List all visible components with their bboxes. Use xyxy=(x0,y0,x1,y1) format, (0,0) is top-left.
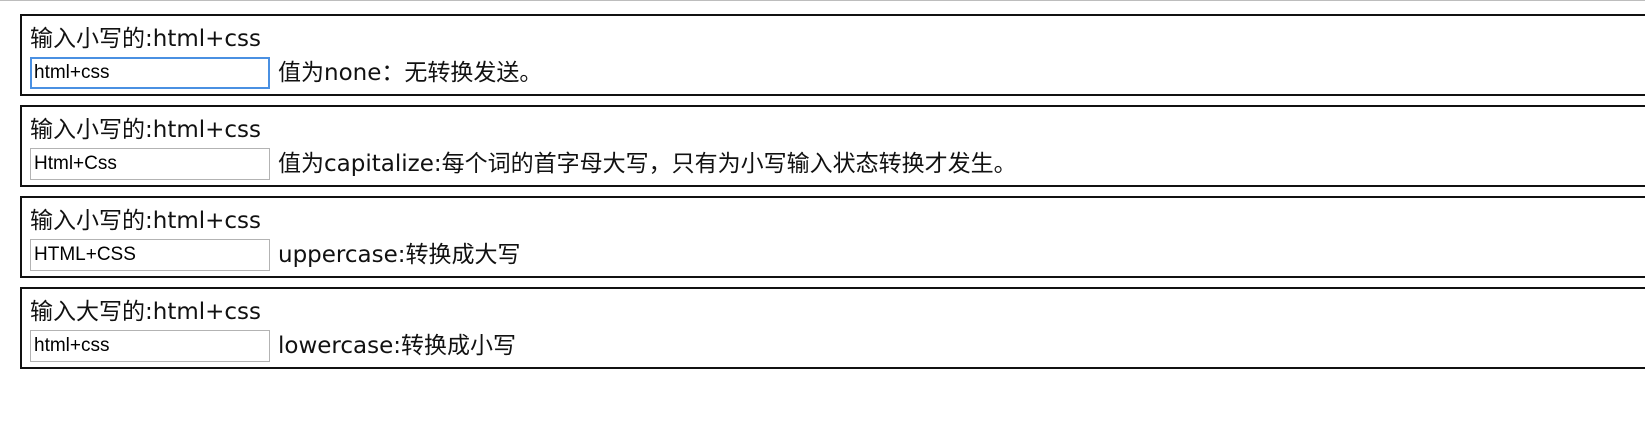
demo-row: uppercase:转换成大写 xyxy=(30,238,1645,272)
demo-label: 输入小写的:html+css xyxy=(30,208,262,234)
demo-list: 输入小写的:html+css 值为none：无转换发送。 输入小写的:html+… xyxy=(20,14,1645,378)
demo-label: 输入小写的:html+css xyxy=(30,26,262,52)
top-divider xyxy=(0,0,1645,1)
demo-label: 输入大写的:html+css xyxy=(30,299,262,325)
demo-row: 值为none：无转换发送。 xyxy=(30,56,1645,90)
demo-box-capitalize: 输入小写的:html+css 值为capitalize:每个词的首字母大写，只有… xyxy=(20,105,1645,187)
demo-box-none: 输入小写的:html+css 值为none：无转换发送。 xyxy=(20,14,1645,96)
demo-box-uppercase: 输入小写的:html+css uppercase:转换成大写 xyxy=(20,196,1645,278)
demo-description: lowercase:转换成小写 xyxy=(278,332,516,359)
text-input-lowercase[interactable] xyxy=(30,330,270,362)
demo-box-lowercase: 输入大写的:html+css lowercase:转换成小写 xyxy=(20,287,1645,369)
text-input-capitalize[interactable] xyxy=(30,148,270,180)
demo-description: 值为capitalize:每个词的首字母大写，只有为小写输入状态转换才发生。 xyxy=(278,150,1017,177)
demo-row: lowercase:转换成小写 xyxy=(30,329,1645,363)
demo-row: 值为capitalize:每个词的首字母大写，只有为小写输入状态转换才发生。 xyxy=(30,147,1645,181)
demo-description: uppercase:转换成大写 xyxy=(278,241,521,268)
demo-label: 输入小写的:html+css xyxy=(30,117,262,143)
demo-description: 值为none：无转换发送。 xyxy=(278,59,543,86)
text-input-uppercase[interactable] xyxy=(30,239,270,271)
text-input-none[interactable] xyxy=(30,57,270,89)
